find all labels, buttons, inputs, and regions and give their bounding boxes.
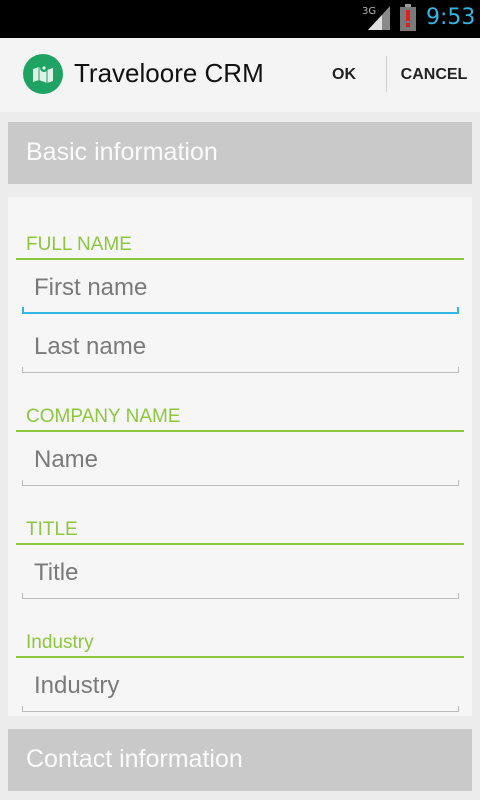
- full-name-label: FULL NAME: [26, 234, 132, 255]
- map-pin-icon: [23, 54, 63, 94]
- first-name-input[interactable]: [22, 266, 459, 310]
- industry-field[interactable]: [22, 664, 459, 712]
- first-name-underline: [22, 312, 459, 314]
- title-tick-left: [22, 593, 23, 599]
- section-title-contact: Contact information: [26, 745, 243, 773]
- industry-input[interactable]: [22, 664, 459, 708]
- title-field[interactable]: [22, 551, 459, 599]
- ok-button[interactable]: OK: [318, 56, 370, 94]
- title-label: TITLE: [26, 519, 78, 540]
- first-name-tick-left: [22, 307, 24, 314]
- title-underline: [22, 598, 459, 599]
- industry-tick-right: [458, 706, 459, 712]
- last-name-input[interactable]: [22, 325, 459, 369]
- battery-alert-icon: [400, 4, 416, 31]
- title-tick-right: [458, 593, 459, 599]
- industry-tick-left: [22, 706, 23, 712]
- action-bar: Traveloore CRM OK CANCEL: [0, 38, 480, 112]
- action-divider: [386, 56, 387, 92]
- company-name-underline: [22, 485, 459, 486]
- clock: 9:53: [426, 5, 476, 30]
- title-input[interactable]: [22, 551, 459, 595]
- company-name-input[interactable]: [22, 438, 459, 482]
- last-name-underline: [22, 372, 459, 373]
- last-name-tick-right: [458, 367, 459, 373]
- signal-strength-icon: [368, 6, 390, 30]
- industry-divider: [16, 656, 464, 658]
- section-header-basic[interactable]: Basic information: [8, 122, 472, 184]
- company-name-field[interactable]: [22, 438, 459, 486]
- industry-underline: [22, 711, 459, 712]
- first-name-field[interactable]: [22, 266, 459, 314]
- status-bar: 3G 9:53: [0, 0, 480, 38]
- company-name-tick-left: [22, 480, 23, 486]
- company-name-divider: [16, 430, 464, 432]
- app-title: Traveloore CRM: [74, 58, 264, 88]
- section-title-basic: Basic information: [26, 138, 218, 166]
- company-name-tick-right: [458, 480, 459, 486]
- last-name-field[interactable]: [22, 325, 459, 373]
- industry-label: Industry: [26, 632, 94, 653]
- cancel-button[interactable]: CANCEL: [394, 56, 474, 94]
- full-name-divider: [16, 258, 464, 260]
- company-name-label: COMPANY NAME: [26, 406, 181, 427]
- last-name-tick-left: [22, 367, 23, 373]
- title-divider: [16, 543, 464, 545]
- first-name-tick-right: [457, 307, 459, 314]
- section-header-contact[interactable]: Contact information: [8, 729, 472, 791]
